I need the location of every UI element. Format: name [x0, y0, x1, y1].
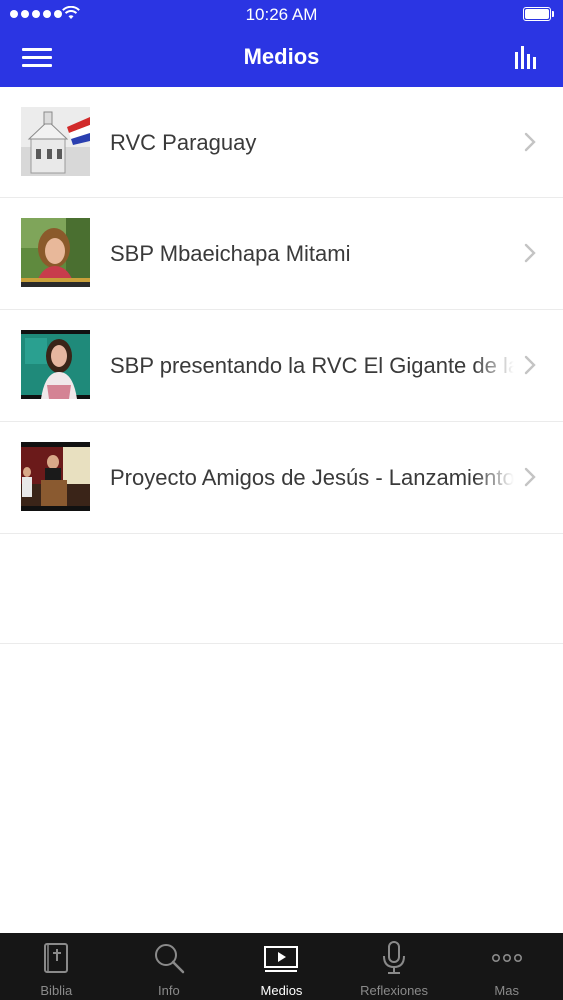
tab-mas[interactable]: Mas: [450, 933, 563, 1000]
menu-button[interactable]: [22, 46, 52, 70]
hamburger-icon: [22, 48, 52, 51]
list-item[interactable]: SBP presentando la RVC El Gigante de la …: [0, 310, 563, 422]
list-item-title: SBP Mbaeichapa Mitami: [110, 241, 514, 267]
woman-outdoors-thumbnail: [21, 218, 90, 287]
media-list: RVC Paraguay SBP Mbaeichapa Mitami SBP p…: [0, 87, 563, 534]
list-item[interactable]: Proyecto Amigos de Jesús - Lanzamiento: [0, 422, 563, 534]
battery-icon: [523, 7, 554, 21]
presenter-thumbnail: [21, 330, 90, 399]
list-item[interactable]: RVC Paraguay: [0, 87, 563, 198]
page-title: Medios: [243, 44, 320, 69]
nav-bar: Medios: [0, 30, 563, 87]
search-icon: [154, 944, 185, 974]
tab-label: Biblia: [40, 983, 73, 998]
tab-biblia[interactable]: Biblia: [0, 933, 113, 1000]
top-bar: 10:26 AM Medios: [0, 0, 563, 87]
bar-chart-icon[interactable]: [510, 40, 542, 72]
tab-medios[interactable]: Medios: [225, 933, 338, 1000]
tab-info[interactable]: Info: [113, 933, 226, 1000]
tab-bar: Biblia Info Medios Reflexiones Mas: [0, 933, 563, 1000]
tab-label: Reflexiones: [360, 983, 429, 998]
video-play-icon: [264, 946, 299, 972]
empty-list-cell: [0, 531, 563, 644]
building-flag-thumbnail: [21, 107, 90, 176]
bible-icon: [44, 943, 69, 973]
list-item-title: RVC Paraguay: [110, 130, 514, 156]
chevron-right-icon: [524, 467, 536, 487]
chevron-right-icon: [524, 355, 536, 375]
tab-label: Mas: [494, 983, 519, 998]
list-item-title: Proyecto Amigos de Jesús - Lanzamiento: [110, 465, 514, 491]
list-item[interactable]: SBP Mbaeichapa Mitami: [0, 198, 563, 310]
more-dots-icon: [491, 954, 522, 963]
tab-label: Info: [158, 983, 180, 998]
list-item-title: SBP presentando la RVC El Gigante de la …: [110, 353, 514, 379]
chevron-right-icon: [524, 132, 536, 152]
status-time: 10:26 AM: [245, 5, 318, 24]
podium-thumbnail: [21, 442, 90, 511]
tab-label: Medios: [260, 983, 303, 998]
status-bar: 10:26 AM: [0, 0, 563, 30]
chevron-right-icon: [524, 243, 536, 263]
tab-reflexiones[interactable]: Reflexiones: [338, 933, 451, 1000]
microphone-icon: [383, 941, 406, 974]
